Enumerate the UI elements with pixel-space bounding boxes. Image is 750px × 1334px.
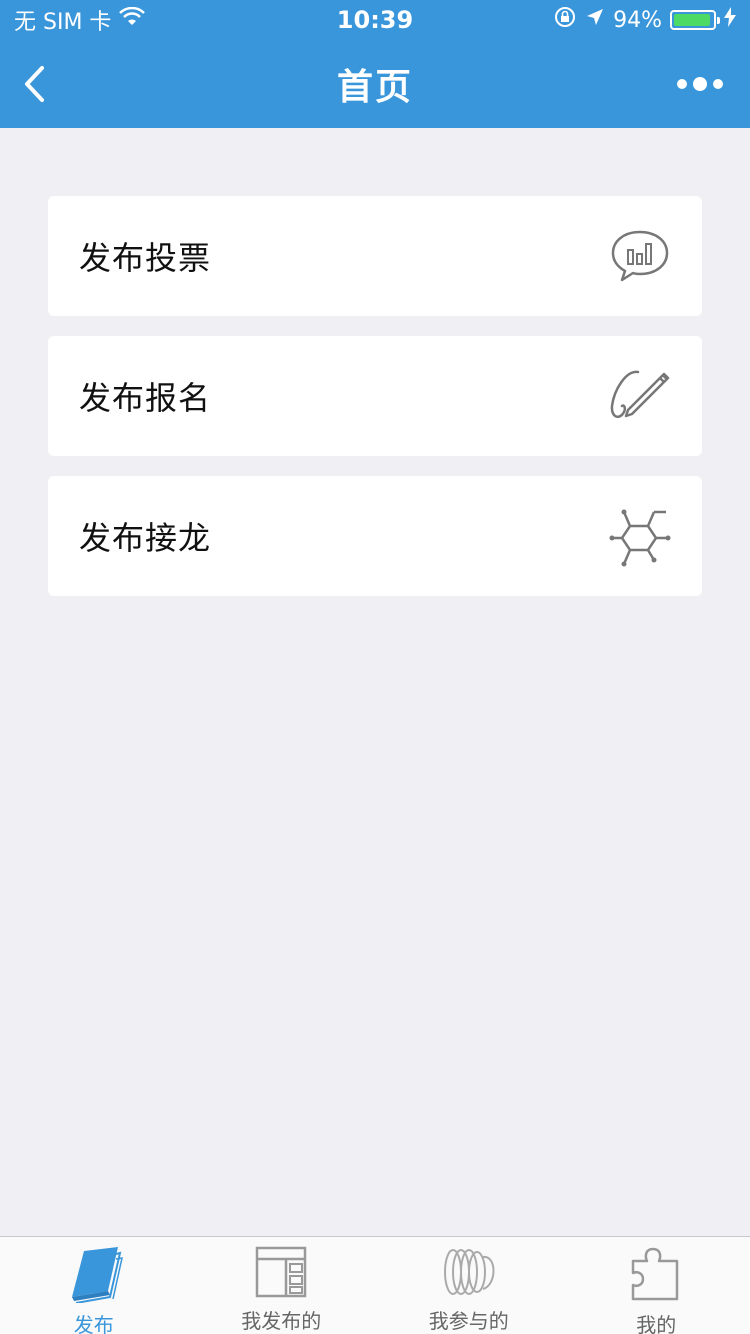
tab-label: 发布 (73, 1313, 114, 1334)
nav-bar: 首页 (0, 40, 750, 128)
publish-signup-card[interactable]: 发布报名 (48, 336, 702, 456)
back-button[interactable] (14, 60, 54, 108)
orientation-lock-icon (553, 5, 577, 35)
tab-label: 我参与的 (428, 1309, 509, 1333)
card-label: 发布报名 (79, 379, 212, 417)
tab-my-published[interactable]: 我发布的 (188, 1237, 376, 1334)
battery-level (674, 14, 710, 26)
carrier-text: 无 SIM 卡 (14, 10, 112, 35)
puzzle-icon (626, 1245, 686, 1303)
chart-bubble-icon (608, 224, 672, 288)
tab-mine[interactable]: 我的 (563, 1237, 750, 1334)
wifi-icon (119, 6, 146, 33)
card-label: 发布接龙 (79, 519, 212, 557)
tab-label: 我发布的 (241, 1309, 322, 1333)
more-button[interactable] (670, 68, 730, 100)
rings-icon (439, 1245, 499, 1299)
tab-bar: 发布 我发布的 我参与的 我的 (0, 1236, 750, 1334)
status-bar: 无 SIM 卡 10:39 94% (0, 0, 750, 40)
location-arrow-icon (585, 7, 605, 33)
publish-chain-card[interactable]: 发布接龙 (48, 476, 702, 596)
status-left: 无 SIM 卡 (14, 4, 146, 36)
battery-icon (670, 10, 720, 30)
publish-vote-card[interactable]: 发布投票 (48, 196, 702, 316)
chevron-left-icon (25, 66, 44, 102)
tab-my-joined[interactable]: 我参与的 (375, 1237, 563, 1334)
page-title: 首页 (336, 67, 413, 108)
tab-label: 我的 (636, 1313, 677, 1334)
book-icon (64, 1245, 124, 1303)
more-dots-icon (677, 77, 723, 91)
charging-bolt-icon (724, 7, 736, 33)
status-right: 94% (553, 5, 736, 35)
card-label: 发布投票 (79, 239, 212, 277)
app-screen: 无 SIM 卡 10:39 94% 首页 发布投票 发布报名 发布接龙 发布 我… (0, 0, 750, 1334)
hexagon-network-icon (608, 504, 672, 568)
action-list: 发布投票 发布报名 发布接龙 (48, 196, 702, 616)
tab-publish[interactable]: 发布 (0, 1237, 188, 1334)
layout-icon (251, 1245, 311, 1299)
battery-percent: 94% (613, 7, 662, 33)
pencil-signature-icon (608, 364, 672, 428)
